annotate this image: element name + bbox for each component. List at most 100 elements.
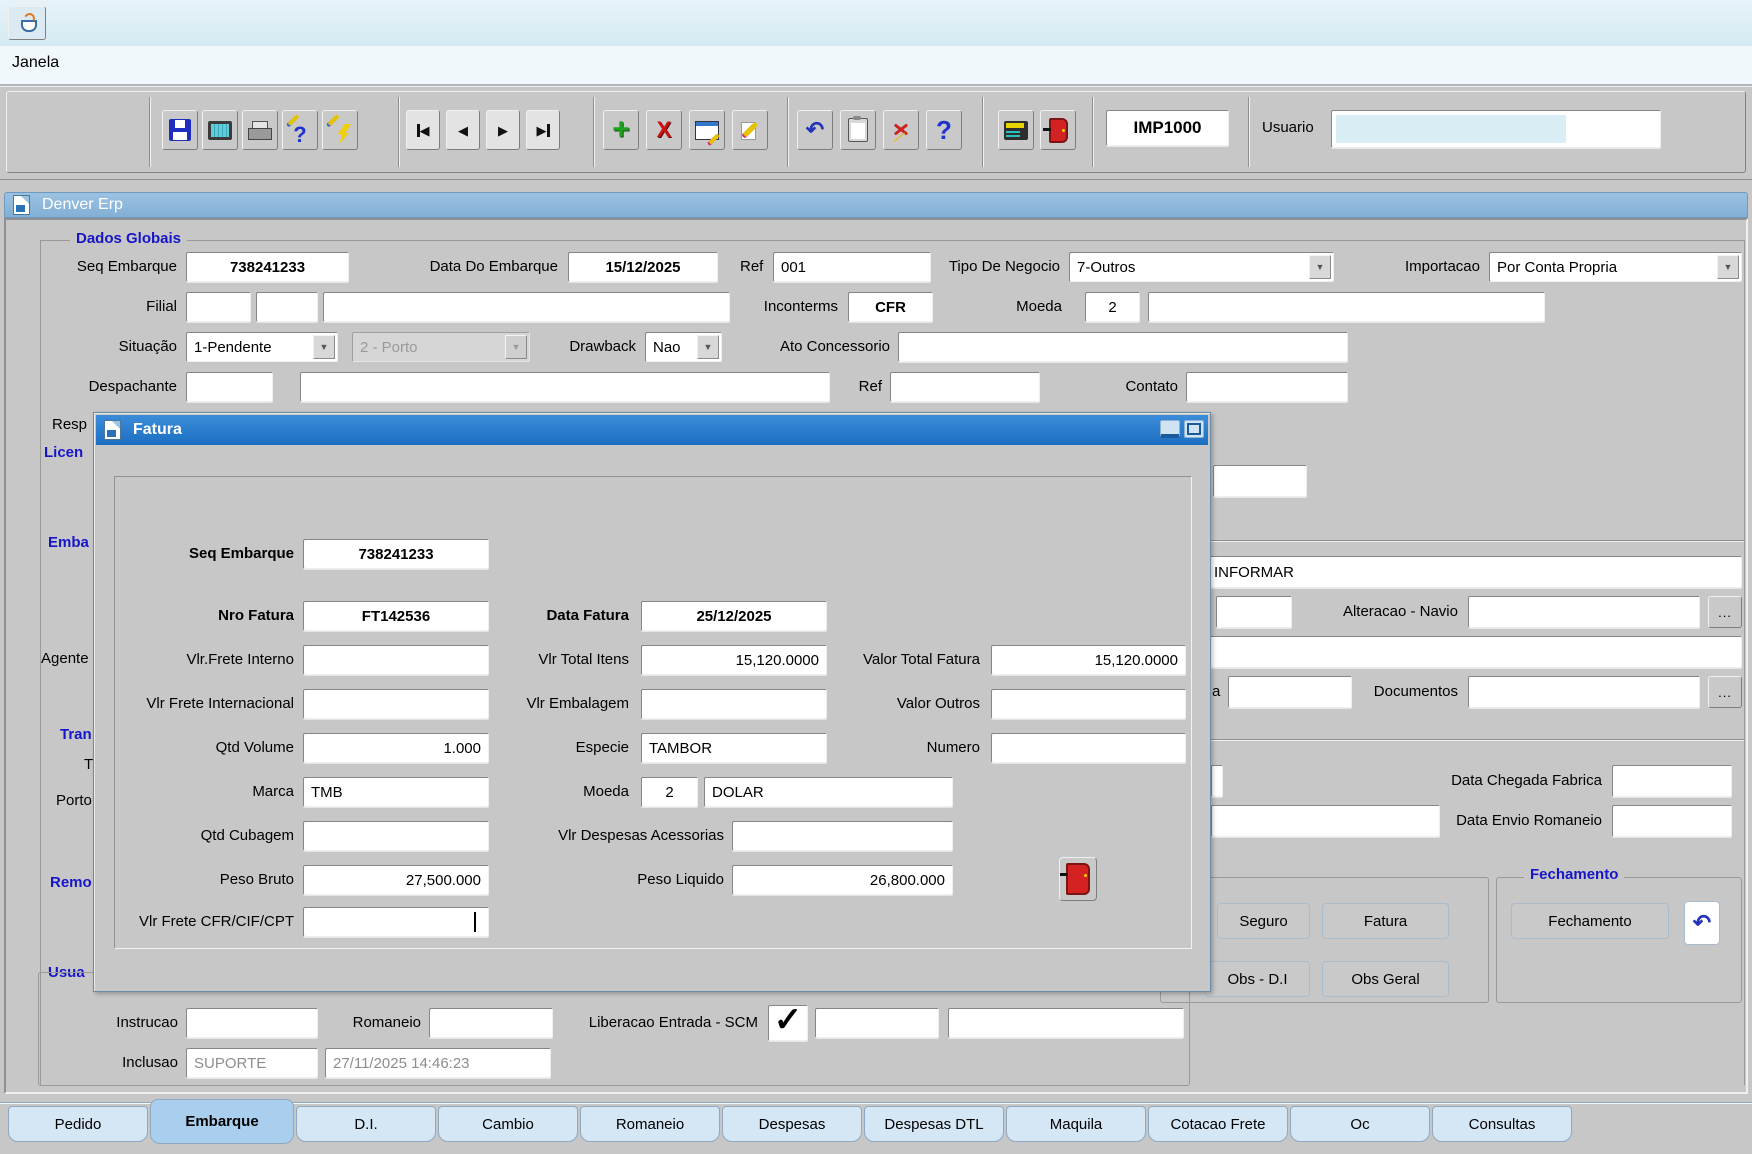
dlg-peso-liquido-field[interactable]: 26,800.000 [732, 865, 953, 895]
first-record-button[interactable]: ◀ [406, 110, 440, 150]
navio-desc-field[interactable] [1206, 636, 1742, 668]
find-record-button[interactable] [689, 110, 725, 150]
dialog-exit-button[interactable] [1059, 857, 1097, 901]
module-code-field[interactable]: IMP1000 [1106, 110, 1229, 146]
previous-record-button[interactable]: ◀ [446, 110, 480, 150]
dlg-vlr-embalagem-field[interactable] [641, 689, 827, 719]
tab-cambio[interactable]: Cambio [438, 1106, 578, 1142]
tab-oc[interactable]: Oc [1290, 1106, 1430, 1142]
dlg-qtd-cubagem-field[interactable] [303, 821, 489, 851]
dlg-valor-total-fatura-field[interactable]: 15,120.0000 [991, 645, 1186, 675]
dlg-nro-fatura-field[interactable]: FT142536 [303, 601, 489, 631]
data-field-fragment[interactable] [1228, 676, 1352, 708]
alteracao-navio-more-button[interactable]: ... [1708, 596, 1742, 628]
menu-janela[interactable]: Janela [12, 54, 59, 72]
navio-code-field-fragment[interactable] [1216, 596, 1292, 628]
dlg-seq-embarque-field[interactable]: 738241233 [303, 539, 489, 569]
menu-button[interactable] [998, 110, 1034, 150]
exit-button[interactable] [1040, 110, 1076, 150]
tab-romaneio[interactable]: Romaneio [580, 1106, 720, 1142]
dlg-moeda-desc-field[interactable]: DOLAR [704, 777, 953, 807]
seguro-button[interactable]: Seguro [1217, 903, 1310, 939]
help-button[interactable]: ? [926, 110, 962, 150]
moeda-code-field[interactable]: 2 [1085, 292, 1140, 322]
tab-consultas[interactable]: Consultas [1432, 1106, 1572, 1142]
hidden-row-field-fragment[interactable] [1213, 465, 1307, 497]
liberacao-scm-checkbox[interactable]: ✓ [768, 1005, 808, 1041]
maximize-button[interactable] [1184, 420, 1204, 438]
cut-record-button[interactable] [883, 110, 919, 150]
tab-cotacao-frete[interactable]: Cotacao Frete [1148, 1106, 1288, 1142]
filial-code2-field[interactable] [256, 292, 318, 322]
ato-concessorio-field[interactable] [898, 332, 1348, 362]
despachante-code-field[interactable] [186, 372, 273, 402]
dlg-valor-outros-field[interactable] [991, 689, 1186, 719]
dlg-vlr-total-itens-field[interactable]: 15,120.0000 [641, 645, 827, 675]
data-envio-romaneio-field[interactable] [1612, 805, 1732, 837]
filial-code-field[interactable] [186, 292, 251, 322]
tab-di[interactable]: D.I. [296, 1106, 436, 1142]
incoterms-field[interactable]: CFR [848, 292, 933, 322]
chevron-down-icon[interactable]: ▼ [1717, 255, 1739, 279]
dlg-qtd-volume-field[interactable]: 1.000 [303, 733, 489, 763]
field-sliver-fragment[interactable] [1211, 765, 1223, 797]
chevron-down-icon[interactable]: ▼ [313, 335, 335, 359]
drawback-combo[interactable]: Nao ▼ [645, 332, 722, 362]
minimize-button[interactable] [1160, 420, 1180, 438]
execute-query-button[interactable] [322, 110, 358, 150]
moeda-desc-field[interactable] [1148, 292, 1545, 322]
despachante-desc-field[interactable] [300, 372, 830, 402]
dlg-vlr-frete-internacional-field[interactable] [303, 689, 489, 719]
last-record-button[interactable]: ▶ [526, 110, 560, 150]
enter-query-button[interactable]: ? [282, 110, 318, 150]
tab-despesas[interactable]: Despesas [722, 1106, 862, 1142]
tipo-negocio-combo[interactable]: 7-Outros ▼ [1069, 252, 1334, 282]
tab-pedido[interactable]: Pedido [8, 1106, 148, 1142]
chevron-down-icon[interactable]: ▼ [1309, 255, 1331, 279]
instrucao-field[interactable] [186, 1008, 318, 1038]
scm-code-field[interactable] [815, 1008, 939, 1038]
java-app-button[interactable] [8, 6, 46, 40]
dlg-vlr-frete-cfr-field[interactable] [303, 907, 489, 937]
seq-embarque-field[interactable]: 738241233 [186, 252, 349, 282]
save-button[interactable] [162, 110, 198, 150]
dlg-peso-bruto-field[interactable]: 27,500.000 [303, 865, 489, 895]
tab-maquila[interactable]: Maquila [1006, 1106, 1146, 1142]
dlg-especie-field[interactable]: TAMBOR [641, 733, 827, 763]
undo-button[interactable]: ↶ [797, 110, 833, 150]
tab-despesas-dtl[interactable]: Despesas DTL [864, 1106, 1004, 1142]
informar-field[interactable]: INFORMAR [1206, 556, 1742, 588]
romaneio-field[interactable] [429, 1008, 553, 1038]
importacao-combo[interactable]: Por Conta Propria ▼ [1489, 252, 1742, 282]
fechamento-button[interactable]: Fechamento [1511, 903, 1669, 939]
situacao-combo[interactable]: 1-Pendente ▼ [186, 332, 338, 362]
obs-di-button[interactable]: Obs - D.I [1205, 961, 1310, 997]
ref2-field[interactable] [890, 372, 1040, 402]
documentos-field[interactable] [1468, 676, 1700, 708]
print-button[interactable] [242, 110, 278, 150]
alteracao-navio-field[interactable] [1468, 596, 1700, 628]
fechamento-undo-button[interactable]: ↶ [1684, 901, 1720, 945]
ref-field[interactable]: 001 [773, 252, 931, 282]
tab-embarque[interactable]: Embarque [150, 1099, 294, 1144]
scm-desc-field[interactable] [948, 1008, 1184, 1038]
edit-record-button[interactable] [732, 110, 768, 150]
data-chegada-fabrica-field[interactable] [1612, 765, 1732, 797]
chevron-down-icon[interactable]: ▼ [697, 335, 719, 359]
romaneio-wide-field-fragment[interactable] [1211, 805, 1440, 837]
dlg-vlr-despesas-acessorias-field[interactable] [732, 821, 953, 851]
fatura-button[interactable]: Fatura [1322, 903, 1449, 939]
screen-button[interactable] [202, 110, 238, 150]
dlg-vlr-frete-interno-field[interactable] [303, 645, 489, 675]
fatura-dialog-titlebar[interactable]: Fatura [96, 415, 1208, 445]
clipboard-button[interactable] [840, 110, 876, 150]
dlg-moeda-code-field[interactable]: 2 [641, 777, 698, 807]
contato-field[interactable] [1186, 372, 1348, 402]
filial-desc-field[interactable] [323, 292, 730, 322]
obs-geral-button[interactable]: Obs Geral [1322, 961, 1449, 997]
documentos-more-button[interactable]: ... [1708, 676, 1742, 708]
dlg-marca-field[interactable]: TMB [303, 777, 489, 807]
delete-record-button[interactable]: X [646, 110, 682, 150]
insert-record-button[interactable]: + [603, 110, 639, 150]
data-embarque-field[interactable]: 15/12/2025 [568, 252, 718, 282]
